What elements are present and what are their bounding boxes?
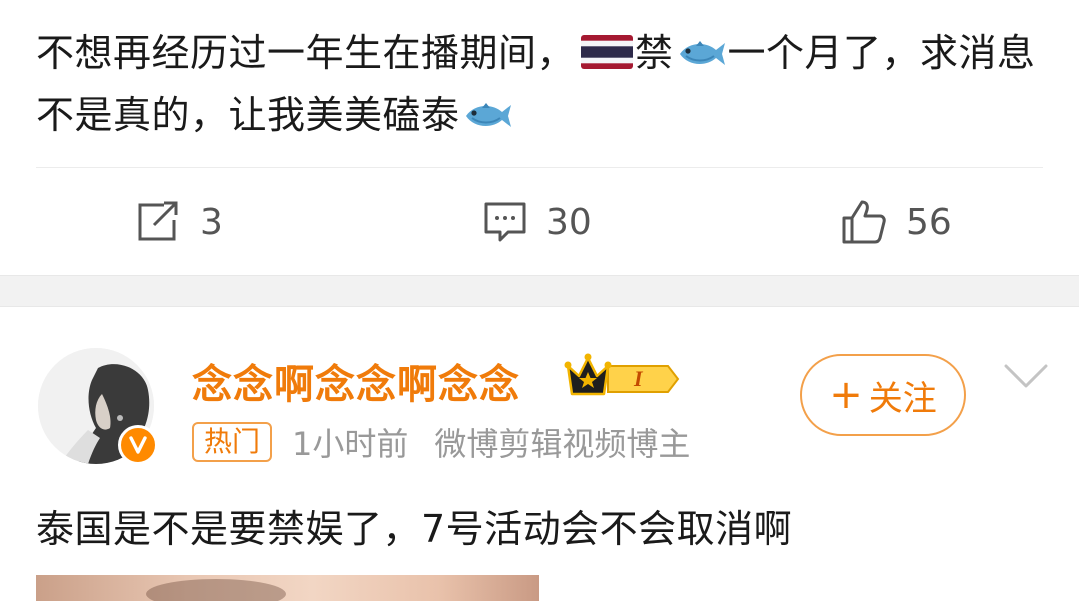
post-action-bar: 3 30 56 — [0, 190, 1079, 254]
comment-icon — [484, 202, 526, 242]
post-text-part1: 不想再经历过一年生在播期间， — [36, 31, 576, 75]
like-button[interactable]: 56 — [840, 190, 952, 254]
comment-username[interactable]: 念念啊念念啊念念 — [192, 352, 520, 410]
like-count: 56 — [906, 201, 952, 243]
fish-emoji-icon — [676, 26, 726, 65]
repost-icon — [138, 201, 178, 241]
user-description: 微博剪辑视频博主 — [434, 425, 691, 463]
comment-image[interactable] — [36, 575, 539, 601]
plus-icon: + — [829, 372, 863, 418]
post-text: 不想再经历过一年生在播期间，禁一个月了，求消息不是真的，让我美美磕泰 — [36, 22, 1036, 146]
section-separator — [0, 275, 1079, 307]
repost-count: 3 — [200, 201, 223, 243]
thailand-flag-icon — [581, 35, 634, 69]
badge-level: I — [633, 366, 644, 391]
follow-label: 关注 — [868, 378, 937, 419]
comment-text: 泰国是不是要禁娱了，7号活动会不会取消啊 — [36, 507, 793, 551]
hot-tag: 热门 — [192, 422, 273, 462]
post-text-part2: 禁 — [635, 31, 674, 75]
comment-meta: 热门 1小时前 微博剪辑视频博主 — [192, 420, 690, 464]
comment-time: 1小时前 — [292, 425, 409, 463]
crown-level-badge-icon: I — [564, 353, 680, 396]
chevron-down-icon[interactable] — [1002, 360, 1050, 392]
fish-emoji-icon — [462, 88, 512, 127]
follow-button[interactable]: + 关注 — [800, 354, 966, 436]
post-divider — [36, 167, 1043, 168]
thumbs-up-icon — [842, 200, 886, 244]
comment-count: 30 — [546, 201, 592, 243]
comment-button[interactable]: 30 — [482, 190, 592, 254]
verified-badge-icon — [118, 425, 158, 465]
repost-button[interactable]: 3 — [134, 190, 223, 254]
weibo-watermark-icon — [884, 568, 1062, 590]
